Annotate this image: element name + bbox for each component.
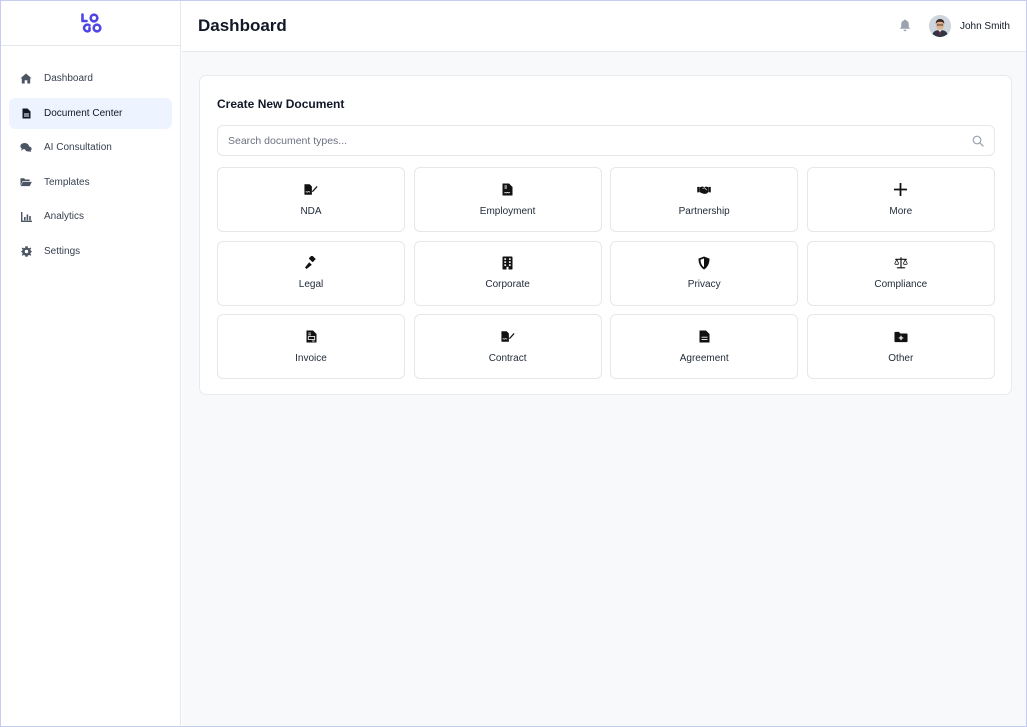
sidebar-item-label: Templates — [44, 176, 90, 188]
doc-type-contract[interactable]: Contract — [413, 314, 602, 379]
sidebar-item-analytics[interactable]: Analytics — [9, 201, 172, 232]
tile-label: Privacy — [687, 279, 721, 290]
folder-open-icon — [20, 176, 32, 188]
tile-label: Legal — [298, 279, 324, 290]
main-content: Create New Document NDA — [182, 52, 1026, 726]
sidebar-item-templates[interactable]: Templates — [9, 167, 172, 198]
tile-label: Employment — [479, 205, 536, 217]
header-actions: John Smith — [899, 15, 1010, 37]
sidebar-item-label: Document Center — [44, 107, 123, 119]
search-input[interactable] — [228, 134, 972, 147]
doc-type-legal[interactable]: Legal — [217, 240, 405, 306]
avatar[interactable] — [928, 15, 951, 37]
tile-label: Agreement — [679, 352, 729, 364]
tile-label: Corporate — [485, 279, 530, 290]
gear-icon — [20, 245, 32, 257]
logo-area — [1, 1, 180, 46]
sidebar-item-label: AI Consultation — [44, 142, 112, 153]
tile-label: Compliance — [874, 279, 928, 290]
tile-label: Partnership — [678, 205, 730, 217]
file-signature-icon — [304, 183, 318, 197]
scale-icon — [894, 256, 908, 270]
tile-label: Contract — [488, 352, 527, 364]
doc-type-partnership[interactable]: Partnership — [610, 167, 799, 232]
folder-plus-icon — [894, 330, 908, 344]
handshake-icon — [697, 183, 711, 197]
logo[interactable] — [80, 13, 102, 33]
doc-type-more[interactable]: More — [806, 167, 995, 232]
comments-icon — [20, 142, 32, 154]
gavel-icon — [304, 256, 318, 270]
create-document-card: Create New Document NDA — [199, 75, 1012, 395]
sidebar-item-document-center[interactable]: Document Center — [9, 97, 172, 129]
file-icon — [697, 330, 711, 344]
tile-label: Invoice — [295, 352, 327, 364]
file-contract-icon — [501, 183, 515, 197]
top-header: Dashboard John Smith — [182, 1, 1026, 52]
bell-icon[interactable] — [899, 19, 913, 33]
doc-type-agreement[interactable]: Agreement — [610, 314, 799, 379]
user-name[interactable]: John Smith — [960, 21, 1010, 32]
doc-type-other[interactable]: Other — [806, 314, 995, 379]
home-icon — [20, 73, 32, 85]
sidebar-nav: Dashboard Document Center AI Consultatio… — [1, 46, 180, 267]
tile-label: More — [889, 205, 913, 217]
shield-icon — [697, 256, 711, 270]
sidebar-item-label: Analytics — [44, 211, 85, 222]
invoice-icon — [304, 330, 318, 344]
doc-type-invoice[interactable]: Invoice — [217, 314, 405, 379]
sidebar: Dashboard Document Center AI Consultatio… — [1, 1, 181, 726]
document-type-grid: NDA Employment Partnership More Legal Co… — [217, 167, 995, 379]
sidebar-item-label: Dashboard — [44, 73, 93, 84]
doc-type-nda[interactable]: NDA — [217, 167, 405, 232]
page-title: Dashboard — [198, 16, 287, 35]
file-signature-icon — [501, 330, 515, 344]
card-title: Create New Document — [217, 97, 345, 111]
tile-label: NDA — [300, 205, 322, 217]
search-box[interactable] — [217, 125, 995, 156]
sidebar-item-ai-consultation[interactable]: AI Consultation — [9, 132, 172, 163]
doc-type-privacy[interactable]: Privacy — [610, 240, 799, 306]
building-icon — [501, 256, 515, 270]
chart-icon — [20, 211, 32, 223]
app-window: Dashboard Document Center AI Consultatio… — [0, 0, 1027, 727]
tile-label: Other — [888, 352, 914, 364]
search-icon[interactable] — [972, 135, 984, 147]
file-icon — [20, 107, 32, 119]
doc-type-compliance[interactable]: Compliance — [806, 240, 995, 306]
sidebar-item-label: Settings — [44, 245, 81, 257]
plus-icon — [894, 183, 908, 197]
sidebar-item-settings[interactable]: Settings — [9, 236, 172, 267]
doc-type-corporate[interactable]: Corporate — [413, 240, 602, 306]
doc-type-employment[interactable]: Employment — [413, 167, 602, 232]
sidebar-item-dashboard[interactable]: Dashboard — [9, 63, 172, 94]
